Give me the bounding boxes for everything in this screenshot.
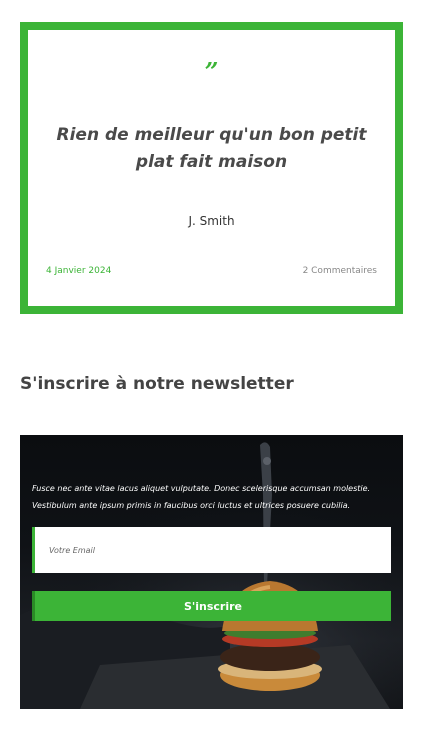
testimonial-quote: Rien de meilleur qu'un bon petit plat fa… <box>56 125 367 172</box>
subscribe-button[interactable]: S'inscrire <box>32 591 391 621</box>
newsletter-description: Fusce nec ante vitae lacus aliquet vulpu… <box>32 484 371 510</box>
testimonial-card: ” Rien de meilleur qu'un bon petit plat … <box>20 22 403 314</box>
testimonial-date[interactable]: 4 Janvier 2024 <box>46 266 111 276</box>
testimonial-author: J. Smith <box>188 214 235 228</box>
testimonial-comments-link[interactable]: 2 Commentaires <box>303 266 377 276</box>
newsletter-panel: Fusce nec ante vitae lacus aliquet vulpu… <box>20 435 403 709</box>
email-field[interactable] <box>32 527 391 573</box>
newsletter-title: S'inscrire à notre newsletter <box>20 374 294 394</box>
quote-icon: ” <box>204 57 219 86</box>
